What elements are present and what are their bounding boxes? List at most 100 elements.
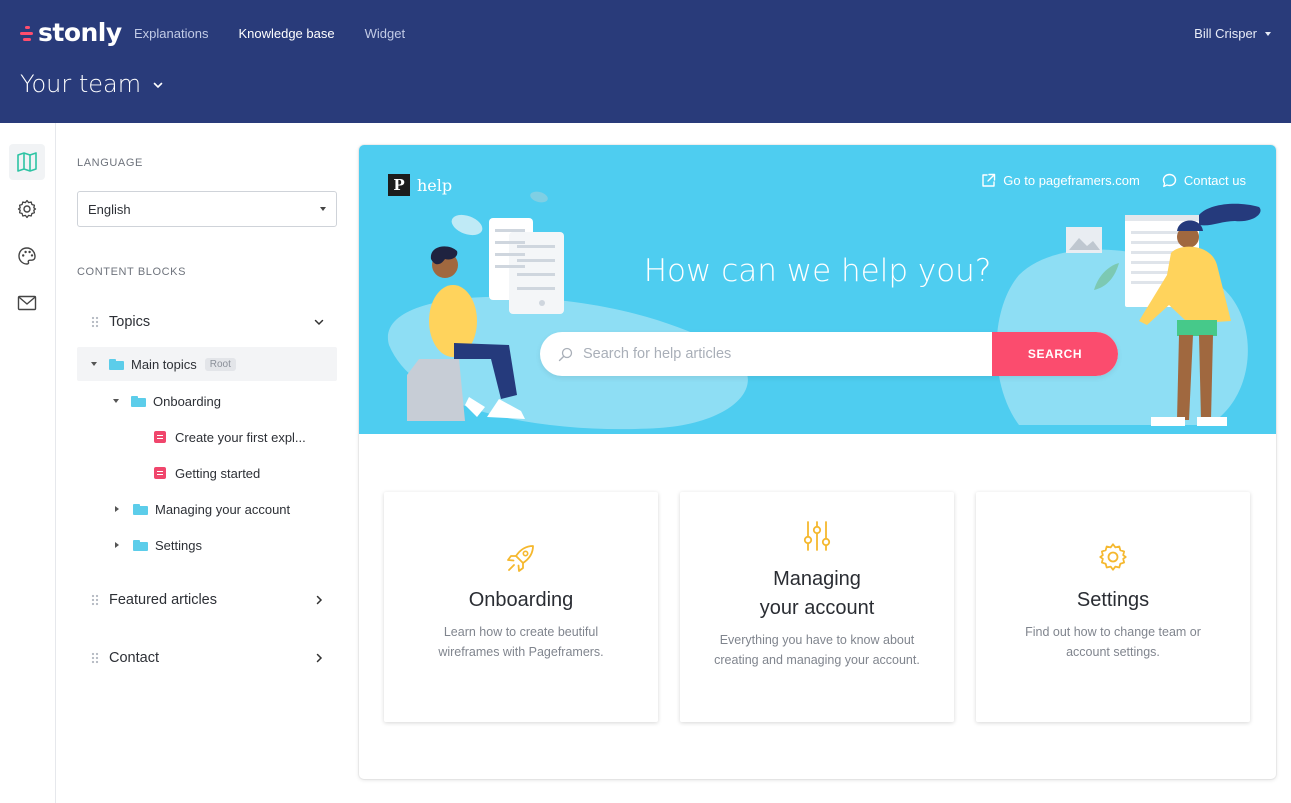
root-badge: Root <box>204 357 236 371</box>
caret-down-icon <box>1265 31 1271 36</box>
folder-icon <box>133 503 148 515</box>
drag-handle-icon[interactable] <box>91 652 99 664</box>
palette-icon <box>18 247 36 265</box>
folder-icon <box>109 358 124 370</box>
nav-widget[interactable]: Widget <box>365 26 405 41</box>
stonly-logo-mark-icon <box>20 24 34 42</box>
hero-illustration <box>387 191 1261 430</box>
search-button[interactable]: SEARCH <box>992 332 1118 376</box>
drag-handle-icon[interactable] <box>91 594 99 606</box>
icon-rail <box>0 123 56 803</box>
rail-theme-button[interactable] <box>9 238 45 274</box>
article-icon <box>154 431 166 443</box>
language-value: English <box>88 201 131 217</box>
block-contact[interactable]: Contact <box>77 640 337 676</box>
logo-text: stonly <box>38 18 122 47</box>
top-bar: stonly Explanations Knowledge base Widge… <box>0 0 1291 123</box>
book-icon <box>17 152 37 172</box>
topic-card-onboarding[interactable]: Onboarding Learn how to create beutiful … <box>384 492 658 722</box>
rail-messages-button[interactable] <box>9 285 45 321</box>
tree-item-managing-account[interactable]: Managing your account <box>77 492 337 526</box>
expand-toggle[interactable] <box>115 506 133 512</box>
block-contact-title: Contact <box>109 650 159 666</box>
user-menu[interactable]: Bill Crisper <box>1194 26 1271 41</box>
rocket-icon <box>384 541 658 575</box>
expand-toggle[interactable] <box>91 362 109 366</box>
card-title-line-2: your account <box>759 597 875 619</box>
user-name: Bill Crisper <box>1194 26 1257 41</box>
triangle-down-icon <box>113 399 119 403</box>
expand-toggle[interactable] <box>115 542 133 548</box>
card-title-line-1: Managing <box>773 568 861 590</box>
hero-links: Go to pageframers.com Contact us <box>981 173 1246 188</box>
knowledge-base-preview: P help Go to pageframers.com Contact us … <box>359 145 1276 779</box>
gear-icon <box>17 199 37 219</box>
mail-icon <box>17 295 37 311</box>
topic-card-managing-account[interactable]: Managing your account Everything you hav… <box>680 492 954 722</box>
card-title: Onboarding <box>468 589 574 611</box>
content-blocks-label: CONTENT BLOCKS <box>77 266 187 278</box>
sliders-icon <box>680 520 954 552</box>
search-icon <box>558 347 573 361</box>
card-description: Everything you have to know about creati… <box>714 633 920 667</box>
triangle-right-icon <box>115 506 119 512</box>
help-search-bar: SEARCH <box>540 332 1118 376</box>
nav-explanations[interactable]: Explanations <box>134 26 208 41</box>
language-select[interactable]: English <box>77 191 337 227</box>
brand-text: help <box>417 175 453 195</box>
block-featured-articles[interactable]: Featured articles <box>77 582 337 618</box>
team-name: Your team <box>20 70 142 98</box>
search-input[interactable] <box>583 346 963 362</box>
tree-label: Main topics <box>131 356 197 372</box>
rail-settings-button[interactable] <box>9 191 45 227</box>
tree-label: Managing your account <box>155 501 291 517</box>
tree-label: Create your first expl... <box>175 429 306 445</box>
article-icon <box>154 467 166 479</box>
tree-label: Getting started <box>175 465 261 481</box>
rail-content-button[interactable] <box>9 144 45 180</box>
tree-label: Onboarding <box>153 393 221 409</box>
go-to-site-link[interactable]: Go to pageframers.com <box>981 173 1140 188</box>
chat-bubble-icon <box>1162 173 1177 188</box>
external-link-icon <box>982 173 996 187</box>
tree-item-onboarding[interactable]: Onboarding <box>77 384 337 418</box>
block-topics[interactable]: Topics <box>77 304 337 340</box>
team-switcher[interactable]: Your team <box>20 70 163 98</box>
stonly-logo[interactable]: stonly <box>20 18 122 47</box>
chevron-right-icon <box>311 650 327 666</box>
expand-toggle[interactable] <box>113 399 131 403</box>
tree-item-article-first-explanation[interactable]: Create your first expl... <box>77 420 337 454</box>
contact-us-label: Contact us <box>1183 173 1246 188</box>
topic-cards: Onboarding Learn how to create beutiful … <box>384 492 1250 722</box>
drag-handle-icon[interactable] <box>91 316 99 328</box>
contact-us-link[interactable]: Contact us <box>1162 173 1246 188</box>
card-description: Find out how to change team or account s… <box>1025 625 1201 659</box>
caret-down-icon <box>320 207 326 211</box>
card-title: Settings <box>1076 589 1150 611</box>
settings-panel: LANGUAGE English CONTENT BLOCKS Topics M… <box>56 123 346 803</box>
chevron-down-icon <box>153 82 163 88</box>
triangle-right-icon <box>115 542 119 548</box>
block-topics-title: Topics <box>109 314 151 330</box>
help-center-brand[interactable]: P help <box>388 174 452 196</box>
hero-banner: P help Go to pageframers.com Contact us … <box>359 145 1276 434</box>
language-label: LANGUAGE <box>77 157 143 169</box>
tree-label: Settings <box>155 537 202 553</box>
tree-item-main-topics[interactable]: Main topics Root <box>77 347 337 381</box>
search-field-wrapper <box>540 332 992 376</box>
topic-card-settings[interactable]: Settings Find out how to change team or … <box>976 492 1250 722</box>
gear-icon <box>976 542 1250 572</box>
chevron-down-icon <box>311 314 327 330</box>
tree-item-article-getting-started[interactable]: Getting started <box>77 456 337 490</box>
go-to-site-label: Go to pageframers.com <box>1003 173 1140 188</box>
folder-icon <box>131 395 146 407</box>
card-description: Learn how to create beutiful wireframes … <box>438 625 604 659</box>
chevron-right-icon <box>311 592 327 608</box>
nav-knowledge-base[interactable]: Knowledge base <box>238 26 334 41</box>
hero-title: How can we help you? <box>643 253 992 289</box>
triangle-down-icon <box>91 362 97 366</box>
folder-icon <box>133 539 148 551</box>
tree-item-settings[interactable]: Settings <box>77 528 337 562</box>
brand-logo: P <box>388 174 410 196</box>
top-nav: Explanations Knowledge base Widget <box>134 26 405 41</box>
